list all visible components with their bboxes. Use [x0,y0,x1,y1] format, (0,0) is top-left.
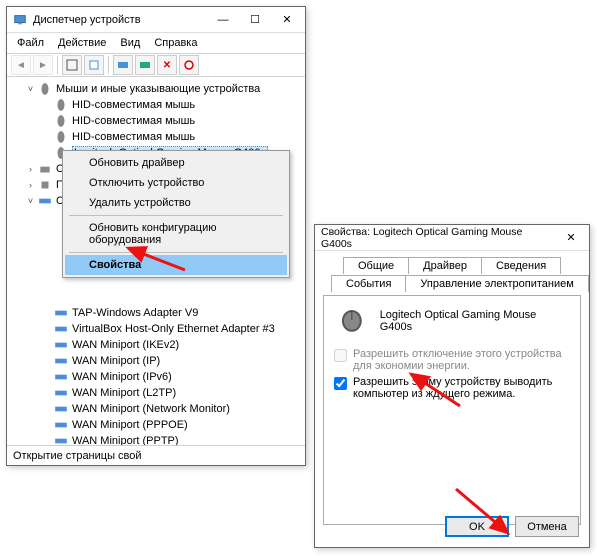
tree-category-mice[interactable]: ˅ Мыши и иные указывающие устройства [13,81,305,97]
window-title: Диспетчер устройств [33,14,207,26]
tree-item-hid-mouse[interactable]: HID-совместимая мышь [13,97,305,113]
tree-item-wan-pptp[interactable]: WAN Miniport (PPTP) [13,433,305,445]
tree-item-wan-l2tp[interactable]: WAN Miniport (L2TP) [13,385,305,401]
mouse-icon [54,114,68,128]
ctx-remove-device[interactable]: Удалить устройство [65,193,287,213]
tab-general[interactable]: Общие [343,257,409,274]
app-icon [13,13,27,27]
mouse-icon [54,130,68,144]
network-icon [54,370,68,384]
dialog-title: Свойства: Logitech Optical Gaming Mouse … [321,226,555,250]
tab-driver[interactable]: Драйвер [408,257,482,274]
device-image-mouse [334,308,370,334]
expand-icon[interactable]: › [25,180,36,190]
network-icon [38,194,52,208]
tree-item-tap[interactable]: TAP-Windows Adapter V9 [13,305,305,321]
toolbar-show-hidden-button[interactable] [62,55,82,75]
network-icon [54,322,68,336]
network-icon [54,418,68,432]
close-button[interactable]: ✕ [271,9,303,31]
cancel-button[interactable]: Отмена [515,516,579,537]
toolbar-properties-button[interactable] [84,55,104,75]
menubar: Файл Действие Вид Справка [7,33,305,53]
collapse-icon[interactable]: ˅ [25,196,36,206]
tree-item-wan-pppoe[interactable]: WAN Miniport (PPPOE) [13,417,305,433]
tab-power-management[interactable]: Управление электропитанием [405,275,588,292]
menu-help[interactable]: Справка [148,35,203,51]
menu-view[interactable]: Вид [114,35,146,51]
annotation-arrow [450,485,520,540]
tab-details[interactable]: Сведения [481,257,561,274]
minimize-button[interactable]: — [207,9,239,31]
titlebar: Диспетчер устройств — ☐ ✕ [7,7,305,33]
toolbar: ◄ ► ✕ [7,53,305,77]
network-icon [54,306,68,320]
network-icon [54,354,68,368]
toolbar-forward-button[interactable]: ► [33,55,53,75]
close-button[interactable]: ✕ [555,227,587,249]
toolbar-uninstall-button[interactable]: ✕ [157,55,177,75]
titlebar: Свойства: Logitech Optical Gaming Mouse … [315,225,589,251]
checkbox-allow-wake[interactable] [334,377,347,390]
tree-item-wan-ikev2[interactable]: WAN Miniport (IKEv2) [13,337,305,353]
toolbar-back-button[interactable]: ◄ [11,55,31,75]
checkbox-label: Разрешить отключение этого устройства дл… [353,348,570,372]
checkbox-row-allow-power-off: Разрешить отключение этого устройства дл… [334,348,570,372]
tree-item-wan-ip[interactable]: WAN Miniport (IP) [13,353,305,369]
network-icon [54,402,68,416]
device-name-label: Logitech Optical Gaming Mouse G400s [380,309,570,333]
tree-item-hid-mouse[interactable]: HID-совместимая мышь [13,129,305,145]
network-icon [54,338,68,352]
tree-item-hid-mouse[interactable]: HID-совместимая мышь [13,113,305,129]
tabstrip: Общие Драйвер Сведения События Управлени… [315,251,589,295]
ctx-disable-device[interactable]: Отключить устройство [65,173,287,193]
toolbar-disable-button[interactable] [179,55,199,75]
expand-icon[interactable]: › [25,164,36,174]
mouse-icon [54,98,68,112]
network-icon [54,434,68,445]
ctx-update-driver[interactable]: Обновить драйвер [65,153,287,173]
printer-icon [38,162,52,176]
tab-events[interactable]: События [331,275,406,292]
toolbar-separator [57,56,58,74]
tree-item-wan-netmon[interactable]: WAN Miniport (Network Monitor) [13,401,305,417]
maximize-button[interactable]: ☐ [239,9,271,31]
menu-file[interactable]: Файл [11,35,50,51]
toolbar-update-button[interactable] [135,55,155,75]
menu-action[interactable]: Действие [52,35,112,51]
mouse-icon [38,82,52,96]
status-text: Открытие страницы свой [13,450,142,462]
annotation-arrow [120,244,190,274]
cpu-icon [38,178,52,192]
status-bar: Открытие страницы свой [7,445,305,465]
tree-item-vbox[interactable]: VirtualBox Host-Only Ethernet Adapter #3 [13,321,305,337]
ctx-separator [69,215,283,216]
tree-item-wan-ipv6[interactable]: WAN Miniport (IPv6) [13,369,305,385]
collapse-icon[interactable]: ˅ [25,84,36,94]
network-icon [54,386,68,400]
checkbox-allow-power-off [334,349,347,362]
toolbar-separator [108,56,109,74]
toolbar-scan-button[interactable] [113,55,133,75]
annotation-arrow [405,370,465,410]
